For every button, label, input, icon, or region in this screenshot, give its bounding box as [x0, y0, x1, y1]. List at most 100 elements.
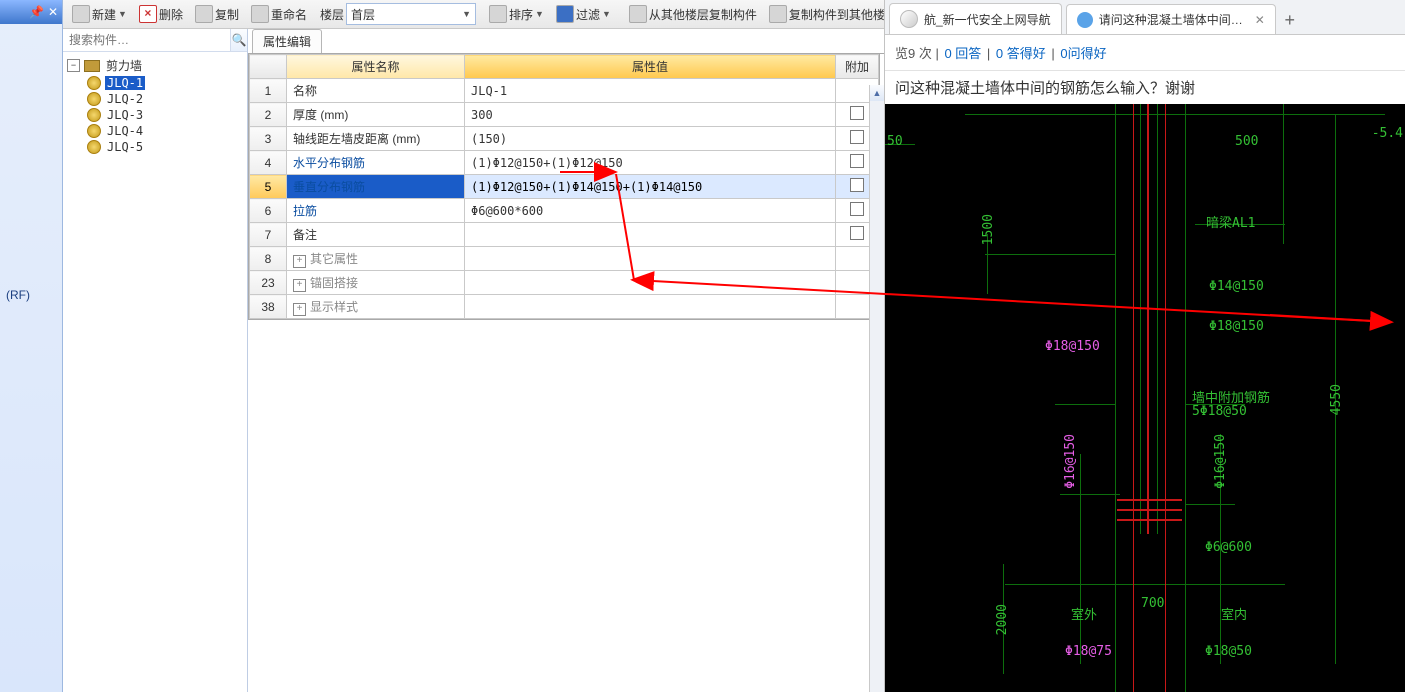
search-icon: 🔍 [232, 33, 247, 47]
property-value[interactable]: (1)Φ12@150+(1)Φ14@150+(1)Φ14@150 [465, 175, 836, 199]
property-value[interactable] [465, 247, 836, 271]
property-scrollbar[interactable]: ▲ [869, 85, 884, 692]
answers-link[interactable]: 0 回答 [944, 46, 981, 61]
checkbox-icon[interactable] [850, 178, 864, 192]
property-value[interactable] [465, 295, 836, 319]
tree-item-jlq1[interactable]: JLQ-1 [85, 75, 245, 91]
table-row[interactable]: 5垂直分布钢筋(1)Φ12@150+(1)Φ14@150+(1)Φ14@150 [250, 175, 879, 199]
sort-icon [489, 5, 507, 23]
tab-close-icon[interactable]: ✕ [1255, 13, 1265, 27]
checkbox-icon[interactable] [850, 154, 864, 168]
property-value[interactable] [465, 223, 836, 247]
expand-icon[interactable]: + [293, 279, 306, 292]
filter-icon [556, 5, 574, 23]
left-dock-body: (RF) [0, 24, 62, 306]
checkbox-icon[interactable] [850, 106, 864, 120]
copy-to-button[interactable]: 复制构件到其他楼层 [764, 2, 902, 26]
filter-button[interactable]: 过滤▼ [551, 2, 616, 26]
property-value[interactable]: (1)Φ12@150+(1)Φ12@150 [465, 151, 836, 175]
property-value[interactable]: 300 [465, 103, 836, 127]
property-value[interactable] [465, 271, 836, 295]
cad-viewport[interactable]: 50 500 -5.4 1500 4550 暗梁AL1 Φ14@150 Φ18@… [885, 104, 1405, 692]
property-tabbar: 属性编辑 [248, 29, 884, 54]
property-grid[interactable]: 属性名称 属性值 附加 1名称JLQ-12厚度 (mm)3003轴线距左墙皮距离… [249, 54, 879, 319]
chevron-down-icon[interactable]: ▼ [118, 9, 127, 19]
table-row[interactable]: 8+其它属性 [250, 247, 879, 271]
table-row[interactable]: 38+显示样式 [250, 295, 879, 319]
cad-label: 50 [887, 134, 903, 149]
copy-to-icon [769, 5, 787, 23]
table-row[interactable]: 1名称JLQ-1 [250, 79, 879, 103]
property-value[interactable]: Φ6@600*600 [465, 199, 836, 223]
chevron-down-icon: ▼ [462, 9, 471, 19]
expand-icon[interactable]: + [293, 303, 306, 316]
rename-button[interactable]: 重命名 [246, 2, 312, 26]
tab-title: 航_新一代安全上网导航 [924, 11, 1051, 28]
tab-title: 请问这种混凝土墙体中间位置的钢 [1099, 11, 1249, 28]
new-button[interactable]: 新建▼ [67, 2, 132, 26]
main-area: 新建▼ ×删除 复制 重命名 楼层 首层▼ 排序▼ 过滤▼ 从其他楼层复制构件 … [63, 0, 884, 692]
table-row[interactable]: 2厚度 (mm)300 [250, 103, 879, 127]
property-value[interactable]: JLQ-1 [465, 79, 836, 103]
delete-button[interactable]: ×删除 [134, 2, 188, 26]
row-number: 38 [250, 295, 287, 319]
chevron-down-icon[interactable]: ▼ [602, 9, 611, 19]
chevron-down-icon[interactable]: ▼ [535, 9, 544, 19]
cad-rebar-14: Φ14@150 [1209, 279, 1264, 294]
copy-button[interactable]: 复制 [190, 2, 244, 26]
row-number: 8 [250, 247, 287, 271]
cad-label: 500 [1235, 134, 1258, 149]
new-tab-button[interactable]: + [1276, 6, 1304, 34]
component-tree[interactable]: − 剪力墙 JLQ-1 JLQ-2 JLQ-3 JLQ-4 JLQ-5 [63, 52, 247, 692]
tree-item-jlq2[interactable]: JLQ-2 [85, 91, 245, 107]
table-row[interactable]: 4水平分布钢筋(1)Φ12@150+(1)Φ12@150 [250, 151, 879, 175]
tab-property-edit[interactable]: 属性编辑 [252, 29, 322, 53]
property-name: +其它属性 [287, 247, 465, 271]
col-value[interactable]: 属性值 [465, 55, 836, 79]
left-dock-header: 📌 ✕ [0, 0, 62, 24]
grid-header-row: 属性名称 属性值 附加 [250, 55, 879, 79]
cad-rebar-v16r: Φ16@150 [1213, 434, 1228, 489]
expand-icon[interactable]: + [293, 255, 306, 268]
tree-root-label: 剪力墙 [104, 57, 144, 74]
close-icon[interactable]: ✕ [48, 5, 58, 19]
checkbox-icon[interactable] [850, 202, 864, 216]
good-answers-link[interactable]: 0 答得好 [996, 46, 1046, 61]
tree-item-jlq4[interactable]: JLQ-4 [85, 123, 245, 139]
search-button[interactable]: 🔍 [230, 29, 247, 51]
cad-label: -5.4 [1372, 126, 1403, 141]
folder-icon [84, 60, 100, 72]
property-value[interactable]: (150) [465, 127, 836, 151]
row-number: 3 [250, 127, 287, 151]
table-row[interactable]: 23+锚固搭接 [250, 271, 879, 295]
tree-item-jlq5[interactable]: JLQ-5 [85, 139, 245, 155]
table-row[interactable]: 3轴线距左墙皮距离 (mm)(150) [250, 127, 879, 151]
copy-from-button[interactable]: 从其他楼层复制构件 [624, 2, 762, 26]
table-row[interactable]: 7备注 [250, 223, 879, 247]
site-icon [900, 10, 918, 28]
browser-tab-1[interactable]: 航_新一代安全上网导航 [889, 3, 1062, 34]
property-grid-holder: 属性名称 属性值 附加 1名称JLQ-12厚度 (mm)3003轴线距左墙皮距离… [248, 54, 880, 320]
property-name: 轴线距左墙皮距离 (mm) [287, 127, 465, 151]
checkbox-icon[interactable] [850, 130, 864, 144]
search-input[interactable] [63, 29, 230, 51]
floor-select[interactable]: 首层▼ [346, 3, 476, 25]
row-number: 2 [250, 103, 287, 127]
collapse-icon[interactable]: − [67, 59, 80, 72]
gear-icon [87, 76, 101, 90]
good-question-link[interactable]: 0问得好 [1060, 46, 1106, 61]
tree-item-jlq3[interactable]: JLQ-3 [85, 107, 245, 123]
row-number: 4 [250, 151, 287, 175]
table-row[interactable]: 6拉筋Φ6@600*600 [250, 199, 879, 223]
gear-icon [87, 124, 101, 138]
tree-root-node[interactable]: − 剪力墙 [65, 56, 245, 75]
pin-icon[interactable]: 📌 [29, 5, 44, 19]
search-row: 🔍 [63, 29, 247, 52]
col-name[interactable]: 属性名称 [287, 55, 465, 79]
browser-tab-2[interactable]: 请问这种混凝土墙体中间位置的钢 ✕ [1066, 4, 1276, 34]
col-extra[interactable]: 附加 [836, 55, 879, 79]
sort-button[interactable]: 排序▼ [484, 2, 549, 26]
checkbox-icon[interactable] [850, 226, 864, 240]
browser-tabbar: 航_新一代安全上网导航 请问这种混凝土墙体中间位置的钢 ✕ + [885, 0, 1405, 35]
scroll-up-icon[interactable]: ▲ [870, 85, 884, 101]
